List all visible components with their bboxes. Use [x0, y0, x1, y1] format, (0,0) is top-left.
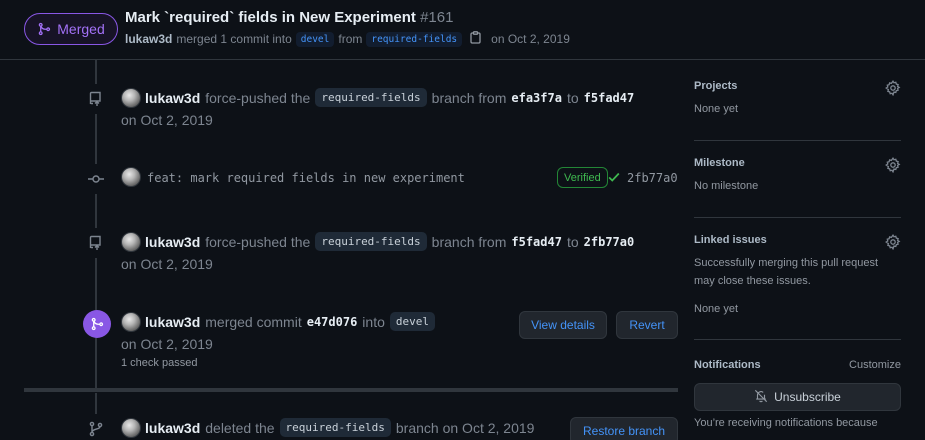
to-text: to [566, 89, 579, 106]
from-text: from [338, 32, 363, 46]
branch-chip[interactable]: required-fields [315, 88, 427, 107]
sidebar-milestone: Milestone No milestone [694, 157, 901, 195]
timeline-divider [24, 388, 678, 392]
pr-number: #161 [420, 9, 454, 26]
event-suffix: branch on Oct 2, 2019 [395, 419, 535, 436]
branch-chip[interactable]: required-fields [315, 232, 427, 251]
projects-title[interactable]: Projects [694, 80, 901, 92]
event-middle: branch from [431, 233, 507, 250]
checks-status-link[interactable]: 1 check passed [121, 357, 197, 369]
into-text: into [362, 313, 385, 330]
from-sha-link[interactable]: efa3f7a [511, 91, 562, 105]
git-commit-icon [81, 164, 111, 194]
sidebar-projects: Projects None yet [694, 80, 901, 118]
from-sha-link[interactable]: f5fad47 [511, 235, 562, 249]
event-date[interactable]: on Oct 2, 2019 [121, 336, 213, 352]
state-label: Merged [57, 21, 105, 37]
branch-chip[interactable]: required-fields [279, 418, 391, 437]
revert-button[interactable]: Revert [616, 311, 678, 339]
milestone-title[interactable]: Milestone [694, 157, 901, 169]
force-push-event-1: lukaw3d force-pushed the required-fields… [145, 88, 634, 107]
linked-issues-title[interactable]: Linked issues [694, 234, 901, 246]
linked-issues-line1: Successfully merging this pull request [694, 257, 879, 269]
to-text: to [566, 233, 579, 250]
merge-event: lukaw3d merged commit e47d076 into devel [145, 312, 435, 331]
avatar[interactable] [121, 312, 141, 332]
avatar[interactable] [121, 418, 141, 438]
sidebar-divider [694, 217, 901, 218]
unsubscribe-label: Unsubscribe [774, 390, 841, 404]
unsubscribe-button[interactable]: Unsubscribe [694, 383, 901, 411]
merge-date: on Oct 2, 2019 [491, 32, 570, 46]
commit-message-link[interactable]: feat: mark required fields in new experi… [147, 171, 465, 185]
repo-push-icon [81, 228, 111, 258]
git-branch-icon [81, 414, 111, 440]
event-action: deleted the [205, 419, 275, 436]
gear-icon[interactable] [885, 157, 901, 176]
merged-state-badge: Merged [24, 13, 118, 45]
pr-title: Mark `required` fields in New Experiment… [125, 9, 453, 26]
event-action: force-pushed the [205, 233, 311, 250]
merge-sha-link[interactable]: e47d076 [307, 315, 358, 329]
pr-header: Merged Mark `required` fields in New Exp… [0, 0, 925, 60]
base-branch-chip[interactable]: devel [295, 31, 335, 47]
event-date[interactable]: on Oct 2, 2019 [121, 256, 213, 272]
sidebar-linked-issues: Linked issues Successfully merging this … [694, 234, 901, 318]
customize-link[interactable]: Customize [849, 359, 901, 371]
force-push-event-2: lukaw3d force-pushed the required-fields… [145, 232, 634, 251]
view-details-button[interactable]: View details [519, 311, 607, 339]
branch-chip[interactable]: devel [389, 312, 435, 331]
to-sha-link[interactable]: f5fad47 [584, 91, 635, 105]
event-middle: branch from [431, 89, 507, 106]
avatar[interactable] [121, 88, 141, 108]
projects-value: None yet [694, 103, 739, 115]
check-icon[interactable] [607, 170, 621, 187]
event-action: force-pushed the [205, 89, 311, 106]
verified-badge[interactable]: Verified [557, 167, 608, 188]
to-sha-link[interactable]: 2fb77a0 [584, 235, 635, 249]
notifications-reason: You’re receiving notifications because [694, 417, 878, 429]
repo-push-icon [81, 84, 111, 114]
avatar[interactable] [121, 232, 141, 252]
linked-issues-line2: may close these issues. [694, 275, 811, 287]
actor-link[interactable]: lukaw3d [145, 420, 200, 436]
gear-icon[interactable] [885, 234, 901, 253]
actor-link[interactable]: lukaw3d [145, 234, 200, 250]
branch-deleted-event: lukaw3d deleted the required-fields bran… [145, 418, 534, 437]
sidebar-divider [694, 140, 901, 141]
restore-branch-button[interactable]: Restore branch [570, 417, 678, 440]
copy-icon[interactable] [470, 31, 481, 47]
bell-slash-icon [754, 389, 768, 406]
pr-author-link[interactable]: lukaw3d [125, 32, 172, 46]
linked-issues-value: None yet [694, 303, 739, 315]
event-date[interactable]: on Oct 2, 2019 [121, 112, 213, 128]
sidebar-notifications: Notifications Customize [694, 359, 901, 371]
git-merge-icon [83, 310, 111, 338]
pr-title-text: Mark `required` fields in New Experiment [125, 9, 416, 26]
actor-link[interactable]: lukaw3d [145, 314, 200, 330]
commit-sha-link[interactable]: 2fb77a0 [627, 171, 678, 185]
actor-link[interactable]: lukaw3d [145, 90, 200, 106]
head-branch-chip[interactable]: required-fields [366, 31, 463, 47]
avatar[interactable] [121, 167, 141, 187]
sidebar-divider [694, 339, 901, 340]
git-merge-icon [37, 22, 51, 36]
event-action: merged commit [205, 313, 302, 330]
pr-meta: lukaw3d merged 1 commit into devel from … [125, 31, 570, 47]
merge-text: merged 1 commit into [176, 32, 292, 46]
gear-icon[interactable] [885, 80, 901, 99]
milestone-value: No milestone [694, 180, 759, 192]
